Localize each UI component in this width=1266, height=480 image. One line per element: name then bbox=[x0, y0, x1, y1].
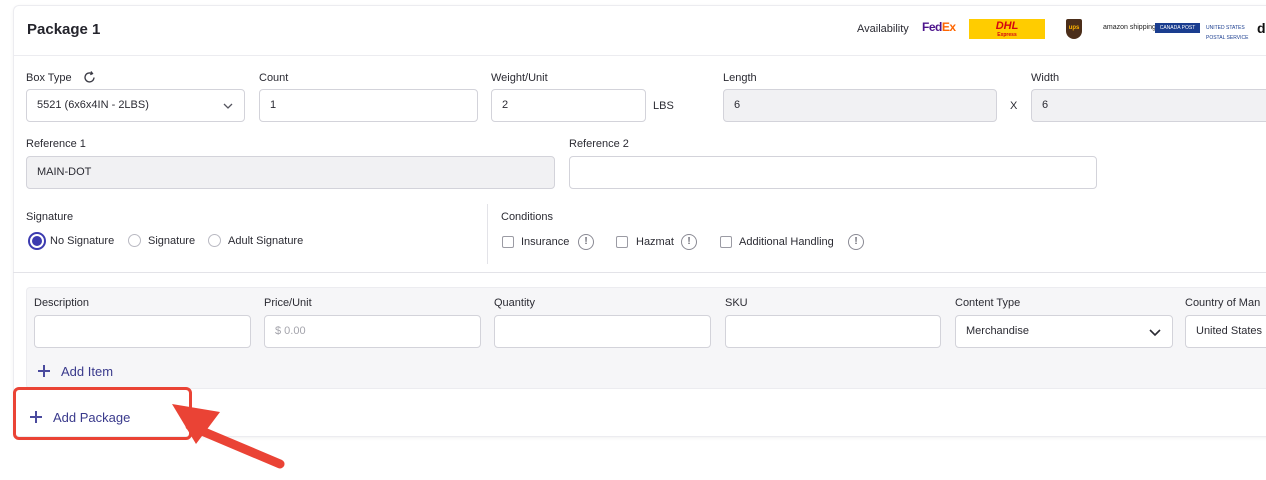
reference2-input[interactable] bbox=[569, 156, 1097, 189]
chevron-down-icon bbox=[223, 103, 233, 109]
radio-no-signature-label[interactable]: No Signature bbox=[50, 235, 114, 247]
col-quantity: Quantity bbox=[494, 297, 535, 309]
hazmat-checkbox[interactable] bbox=[616, 236, 628, 248]
weight-unit: LBS bbox=[653, 100, 674, 112]
hazmat-label[interactable]: Hazmat bbox=[636, 236, 674, 248]
chevron-down-icon bbox=[1149, 329, 1161, 337]
col-price: Price/Unit bbox=[264, 297, 312, 309]
canada-post-logo: CANADA POST bbox=[1155, 23, 1200, 33]
dhl-logo: DHL Express bbox=[969, 19, 1045, 39]
signature-label: Signature bbox=[26, 211, 74, 223]
col-country: Country of Man bbox=[1185, 297, 1261, 309]
width-input[interactable]: 6 bbox=[1031, 89, 1266, 122]
fedex-logo: FedEx bbox=[922, 20, 956, 34]
length-input[interactable]: 6 bbox=[723, 89, 997, 122]
weight-label: Weight/Unit bbox=[491, 72, 548, 84]
width-label: Width bbox=[1031, 72, 1060, 84]
content-type-select[interactable]: Merchandise bbox=[955, 315, 1173, 348]
additional-handling-info-icon[interactable]: ! bbox=[848, 234, 864, 250]
ups-logo: ups bbox=[1066, 19, 1082, 39]
usps-logo: UNITED STATES POSTAL SERVICE bbox=[1206, 25, 1249, 41]
box-type-label: Box Type bbox=[26, 72, 72, 84]
insurance-checkbox[interactable] bbox=[502, 236, 514, 248]
dhl-logo-sub: Express bbox=[997, 32, 1017, 38]
dhl-logo-text: DHL bbox=[995, 20, 1019, 32]
amazon-shipping-logo: amazon shipping bbox=[1103, 24, 1156, 31]
dimension-separator: X bbox=[1010, 100, 1018, 112]
conditions-label: Conditions bbox=[501, 211, 553, 223]
radio-no-signature[interactable] bbox=[28, 232, 46, 250]
quantity-input[interactable] bbox=[494, 315, 711, 348]
box-type-select[interactable]: 5521 (6x6x4IN - 2LBS) bbox=[26, 89, 245, 122]
col-description: Description bbox=[34, 297, 90, 309]
fedex-logo-fed: Fed bbox=[922, 20, 942, 34]
section-divider bbox=[487, 204, 488, 264]
price-input[interactable]: $ 0.00 bbox=[264, 315, 481, 348]
content-type-value: Merchandise bbox=[966, 325, 1029, 337]
col-sku: SKU bbox=[725, 297, 748, 309]
reference2-label: Reference 2 bbox=[569, 138, 629, 150]
count-input[interactable]: 1 bbox=[259, 89, 478, 122]
additional-handling-label[interactable]: Additional Handling bbox=[739, 236, 834, 248]
radio-adult-signature-label[interactable]: Adult Signature bbox=[228, 235, 303, 247]
hazmat-info-icon[interactable]: ! bbox=[681, 234, 697, 250]
add-item-plus-icon[interactable] bbox=[35, 362, 53, 380]
reference1-input[interactable]: MAIN-DOT bbox=[26, 156, 555, 189]
radio-adult-signature[interactable] bbox=[208, 234, 221, 247]
count-label: Count bbox=[259, 72, 289, 84]
refresh-icon[interactable] bbox=[82, 70, 97, 85]
annotation-arrow-icon bbox=[172, 404, 285, 469]
tiktok-logo: d bbox=[1257, 20, 1266, 36]
col-content-type: Content Type bbox=[955, 297, 1021, 309]
insurance-label[interactable]: Insurance bbox=[521, 236, 569, 248]
weight-input[interactable]: 2 bbox=[491, 89, 646, 122]
length-label: Length bbox=[723, 72, 757, 84]
availability-label: Availability bbox=[857, 23, 909, 35]
sku-input[interactable] bbox=[725, 315, 941, 348]
fedex-logo-ex: Ex bbox=[941, 20, 956, 34]
reference1-label: Reference 1 bbox=[26, 138, 86, 150]
horizontal-divider bbox=[13, 272, 1266, 273]
additional-handling-checkbox[interactable] bbox=[720, 236, 732, 248]
description-input[interactable] bbox=[34, 315, 251, 348]
add-item-button[interactable]: Add Item bbox=[61, 364, 113, 379]
box-type-value: 5521 (6x6x4IN - 2LBS) bbox=[37, 99, 149, 111]
country-select[interactable]: United States bbox=[1185, 315, 1266, 348]
package-title: Package 1 bbox=[27, 21, 101, 38]
insurance-info-icon[interactable]: ! bbox=[578, 234, 594, 250]
radio-signature[interactable] bbox=[128, 234, 141, 247]
radio-signature-label[interactable]: Signature bbox=[148, 235, 195, 247]
